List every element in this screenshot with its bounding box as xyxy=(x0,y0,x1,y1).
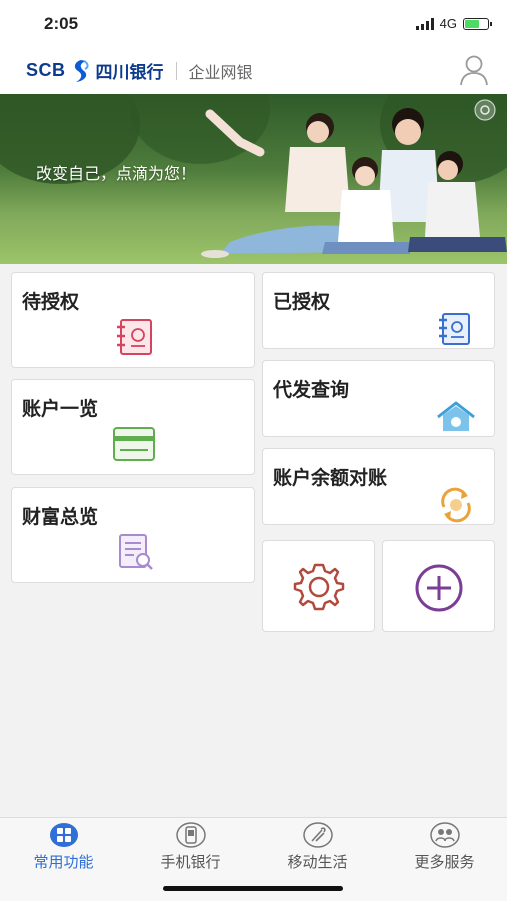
app-header: SCB 四川银行 企业网银 xyxy=(0,48,507,94)
settings-card[interactable] xyxy=(262,540,375,632)
bank-logo: SCB 四川银行 企业网银 xyxy=(26,58,253,83)
tab-mobile-banking[interactable]: 手机银行 xyxy=(127,822,254,872)
notebook-icon xyxy=(439,313,470,345)
notebook-icon xyxy=(117,319,152,355)
account-overview-card[interactable]: 账户一览 xyxy=(11,379,255,475)
dining-icon xyxy=(302,822,333,848)
user-profile-icon[interactable] xyxy=(459,54,489,86)
bank-name: 四川银行 xyxy=(95,63,164,83)
grid-icon xyxy=(49,823,78,847)
status-bar: 2:05 4G xyxy=(0,0,507,48)
header-subtitle: 企业网银 xyxy=(188,62,253,82)
account-overview-title: 账户一览 xyxy=(22,398,99,420)
network-type: 4G xyxy=(439,16,457,31)
header-divider xyxy=(175,61,177,80)
logo-mark-icon xyxy=(74,59,89,82)
tab-label: 更多服务 xyxy=(414,853,475,871)
refresh-icon xyxy=(441,487,471,523)
house-icon xyxy=(437,401,475,431)
banner-slogan: 改变自己，点滴为您！ xyxy=(36,164,197,183)
tab-label: 常用功能 xyxy=(33,853,94,871)
balance-reconciliation-title: 账户余额对账 xyxy=(273,467,388,489)
users-icon xyxy=(429,822,460,848)
battery-icon xyxy=(463,17,492,30)
authorized-card[interactable]: 已授权 xyxy=(262,272,495,349)
gear-icon xyxy=(293,563,345,611)
tab-common-functions[interactable]: 常用功能 xyxy=(0,822,127,872)
balance-reconciliation-card[interactable]: 账户余额对账 xyxy=(262,448,495,525)
tab-label: 手机银行 xyxy=(160,853,221,871)
banner-settings-icon[interactable] xyxy=(473,98,497,122)
tab-label: 移动生活 xyxy=(287,853,348,871)
promo-banner[interactable]: 改变自己，点滴为您！ xyxy=(0,94,507,264)
authorized-title: 已授权 xyxy=(273,291,331,313)
tab-more-services[interactable]: 更多服务 xyxy=(381,822,507,872)
wealth-overview-card[interactable]: 财富总览 xyxy=(11,487,255,583)
pending-auth-card[interactable]: 待授权 xyxy=(11,272,255,368)
status-indicators: 4G xyxy=(415,16,492,31)
card-icon xyxy=(113,427,155,461)
payroll-query-card[interactable]: 代发查询 xyxy=(262,360,495,437)
add-function-card[interactable] xyxy=(382,540,495,632)
plus-circle-icon xyxy=(415,564,463,612)
phone-icon xyxy=(175,822,206,848)
signal-icon xyxy=(415,17,434,30)
document-search-icon xyxy=(119,534,153,570)
pending-auth-title: 待授权 xyxy=(22,291,80,313)
wealth-overview-title: 财富总览 xyxy=(22,506,99,528)
payroll-query-title: 代发查询 xyxy=(273,379,350,401)
status-time: 2:05 xyxy=(44,14,79,33)
logo-text: SCB xyxy=(26,60,66,80)
tab-mobile-life[interactable]: 移动生活 xyxy=(254,822,381,872)
home-indicator xyxy=(163,886,343,891)
